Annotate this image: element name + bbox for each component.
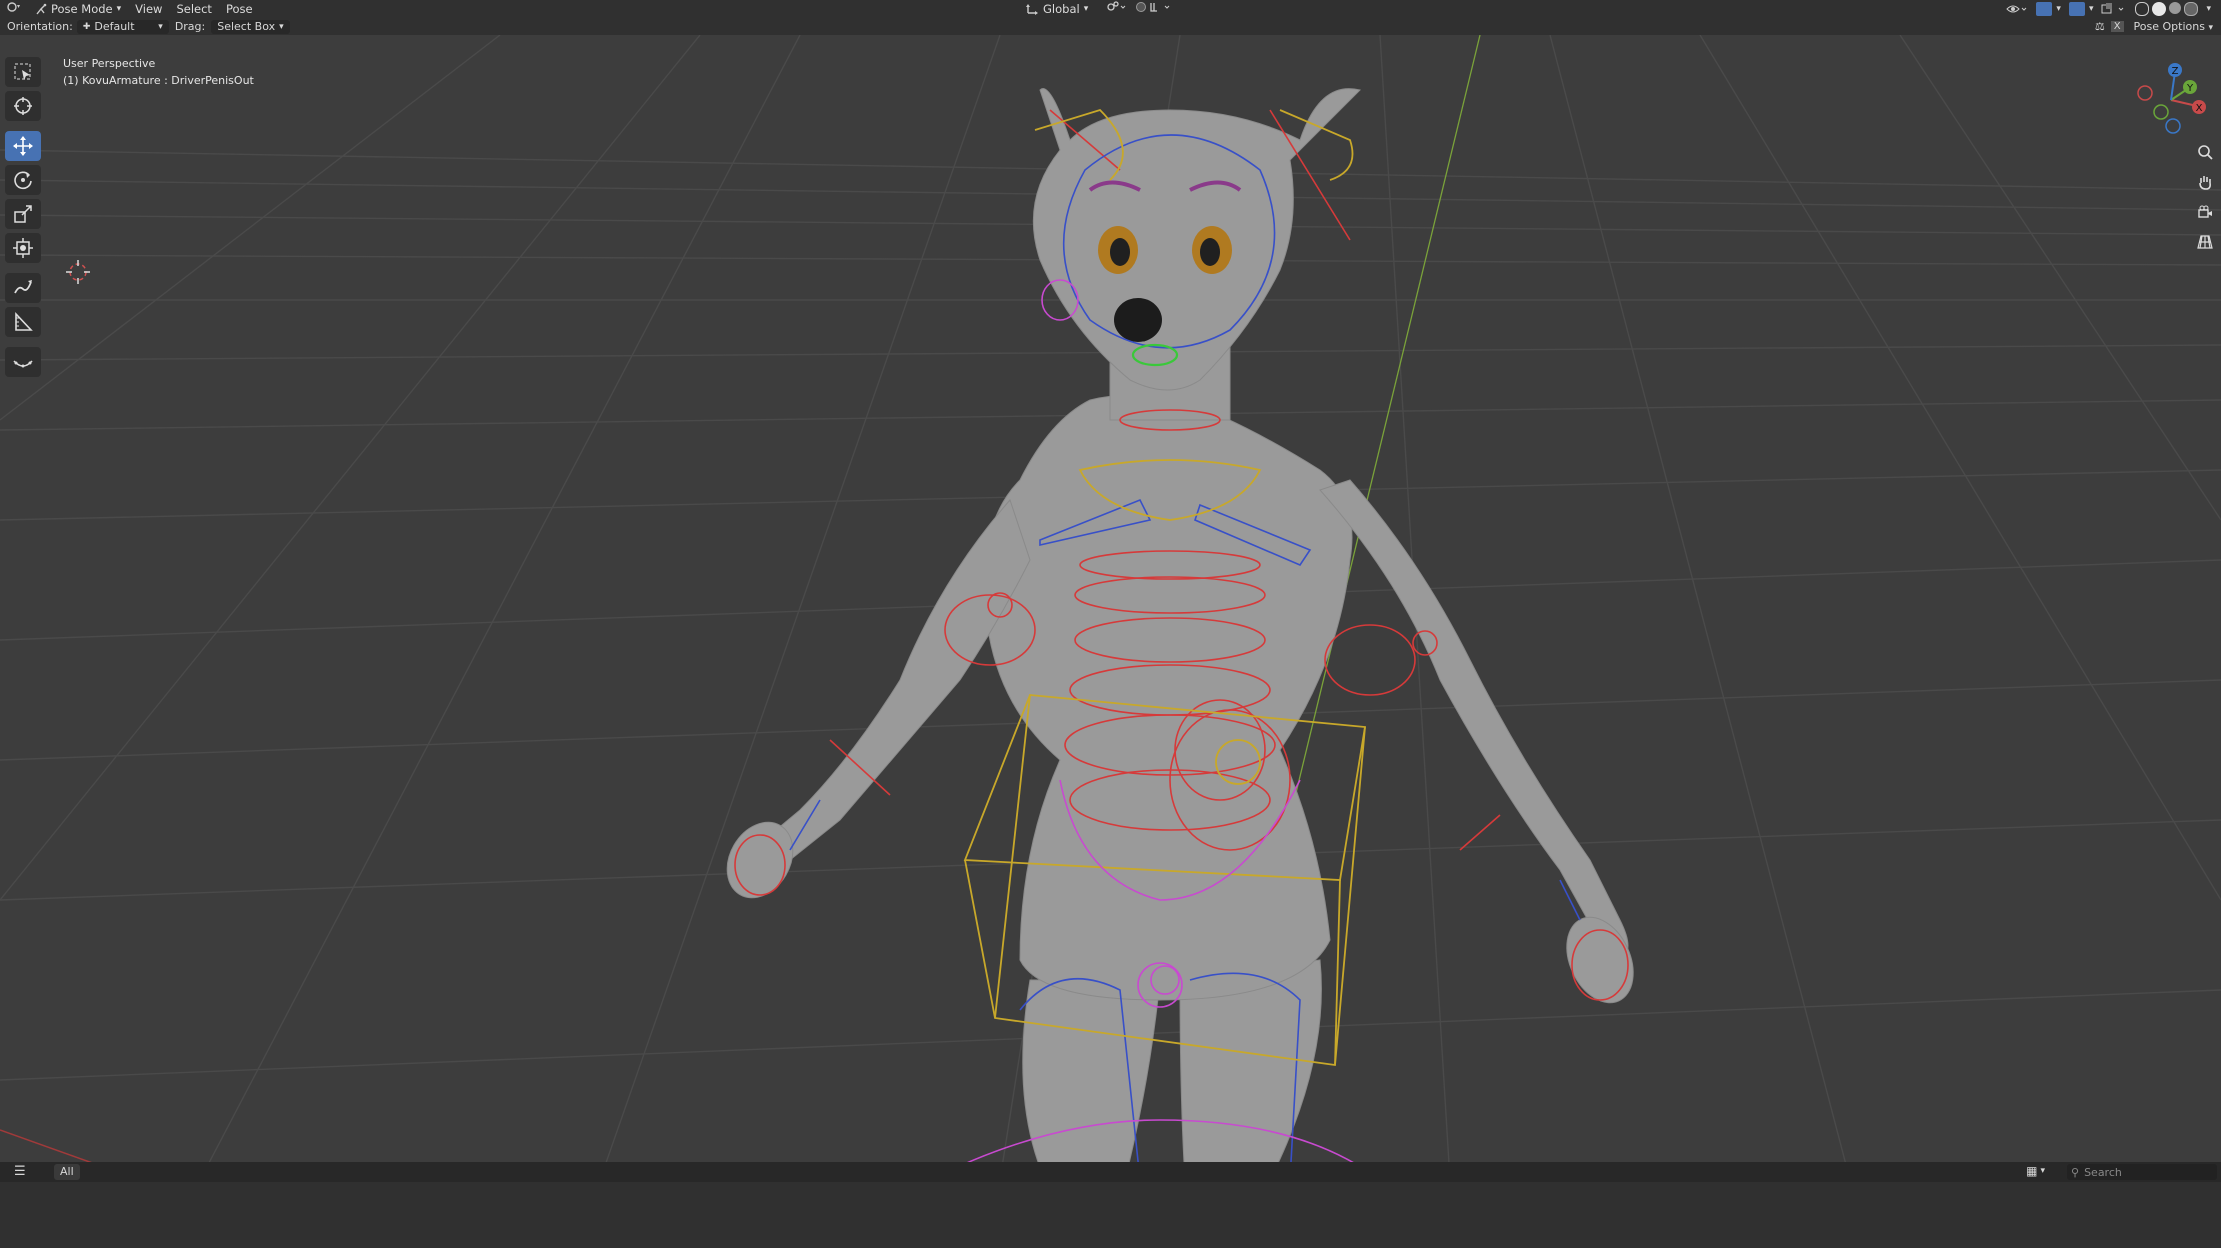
mode-label: Pose Mode [51,2,113,16]
material-shading-icon[interactable] [2169,2,2182,14]
svg-text:X: X [2196,103,2203,114]
global-orientation-icon [1026,4,1038,15]
active-object-label: (1) KovuArmature : DriverPenisOut [63,74,254,87]
snap-button[interactable] [1128,0,1182,18]
asset-search-input[interactable]: ⚲ Search [2067,1164,2217,1180]
drag-dropdown[interactable]: Select Box ▾ [211,19,290,34]
select-box-tool[interactable] [5,57,41,87]
visibility-icon[interactable] [2006,3,2028,15]
asset-shelf-bar: ☰ All ▦ ▾ ⚲ Search [0,1162,2221,1182]
filter-all-tab[interactable]: All [54,1164,80,1180]
move-tool[interactable] [5,131,41,161]
menu-view[interactable]: View [128,0,169,18]
menu-select[interactable]: Select [169,0,218,18]
measure-icon [15,311,33,331]
rotate-icon [14,171,32,190]
tool-settings-header: Orientation: ✚ Default ▾ Drag: Select Bo… [0,18,2221,35]
gizmo-icon [2036,2,2053,16]
drag-label: Drag: [174,20,206,33]
search-placeholder: Search [2084,1165,2122,1179]
chevron-down-icon: ▾ [1083,4,1089,14]
wireframe-shading-icon[interactable] [2135,2,2150,16]
auto-ik-icon[interactable]: ⚖ [2095,20,2105,33]
zoom-button[interactable] [2193,140,2217,164]
view3d-icon [7,2,20,12]
pose-mode-icon [36,3,47,15]
transform-tool[interactable] [5,233,41,263]
relax-pose-tool[interactable] [5,347,41,377]
annotate-icon [14,280,32,294]
chevron-down-icon: ▾ [2088,4,2094,14]
pose-options-area: ⚖ X Pose Options ▾ [2095,20,2217,33]
chevron-down-icon: ▾ [116,4,122,14]
svg-text:Y: Y [2186,83,2194,94]
snap-icon [1136,2,1170,12]
viewport-scene [0,35,2221,1180]
orientation-dropdown[interactable]: ✚ Default ▾ [76,19,169,34]
chevron-down-icon[interactable]: ▾ [2206,4,2211,14]
status-bar [0,1182,2221,1248]
editor-type-button[interactable] [0,0,28,18]
x-mirror-toggle[interactable]: X [2110,21,2124,32]
transform-icon [13,238,33,258]
projection-toggle-button[interactable] [2193,230,2217,254]
rendered-shading-icon[interactable] [2184,2,2199,16]
axis-gizmo-icon: X Y Z [2137,63,2206,134]
annotate-tool[interactable] [5,273,41,303]
pan-button[interactable] [2193,170,2217,194]
select-box-icon [14,63,31,80]
svg-text:Z: Z [2172,66,2179,77]
drag-value: Select Box [217,19,276,33]
orientation-label: Orientation: [7,20,73,33]
grid-perspective-icon [2197,235,2213,249]
character-mesh [726,88,1634,1180]
pose-options-dropdown[interactable]: Pose Options ▾ [2130,20,2217,33]
overlays-toggle[interactable]: ▾ [2068,2,2094,16]
search-icon: ⚲ [2071,1165,2080,1179]
perspective-label: User Perspective [63,57,156,70]
tool-shelf [5,55,45,381]
pose-options-label: Pose Options [2133,20,2205,33]
viewport-header: Pose Mode ▾ View Select Pose Global ▾ ▾ … [0,0,2221,18]
chevron-down-icon: ▾ [158,21,163,32]
move-icon [13,136,33,156]
chevron-down-icon: ▾ [279,21,284,32]
pivot-icon [1107,1,1126,11]
orientation-value: Default [94,19,135,33]
camera-view-button[interactable] [2193,200,2217,224]
xray-icon[interactable] [2101,3,2127,15]
menu-pose[interactable]: Pose [219,0,260,18]
zoom-icon [2198,145,2213,160]
hamburger-menu-icon[interactable]: ☰ [14,1164,26,1179]
scale-tool[interactable] [5,199,41,229]
3d-cursor [66,260,90,284]
transform-orientation-dropdown[interactable]: Global ▾ [1018,0,1095,18]
solid-shading-icon[interactable] [2152,2,2167,16]
navigation-gizmo[interactable]: X Y Z [2131,60,2211,140]
relax-pose-icon [13,360,33,368]
rotate-tool[interactable] [5,165,41,195]
mode-dropdown[interactable]: Pose Mode ▾ [28,0,128,18]
cursor-tool[interactable] [5,91,41,121]
cursor-icon [14,97,32,115]
hand-icon [2199,176,2211,190]
overlays-icon [2068,2,2085,16]
measure-tool[interactable] [5,307,41,337]
3d-viewport[interactable]: User Perspective (1) KovuArmature : Driv… [0,35,2221,1180]
scale-icon [14,205,32,223]
chevron-down-icon: ▾ [2208,23,2213,33]
gizmo-toggle[interactable]: ▾ [2036,2,2061,16]
grid-view-icon: ▦ [2026,1164,2038,1178]
transform-orientation-label: Global [1043,2,1080,16]
shading-modes [2135,2,2199,16]
chevron-down-icon: ▾ [2040,1166,2045,1176]
orientation-icon: ✚ [82,21,91,32]
view-mode-button[interactable]: ▦ ▾ [2026,1164,2045,1178]
chevron-down-icon: ▾ [2056,4,2061,14]
camera-icon [2198,205,2212,218]
viewport-header-right-icons: ▾ ▾ ▾ [2006,0,2211,18]
